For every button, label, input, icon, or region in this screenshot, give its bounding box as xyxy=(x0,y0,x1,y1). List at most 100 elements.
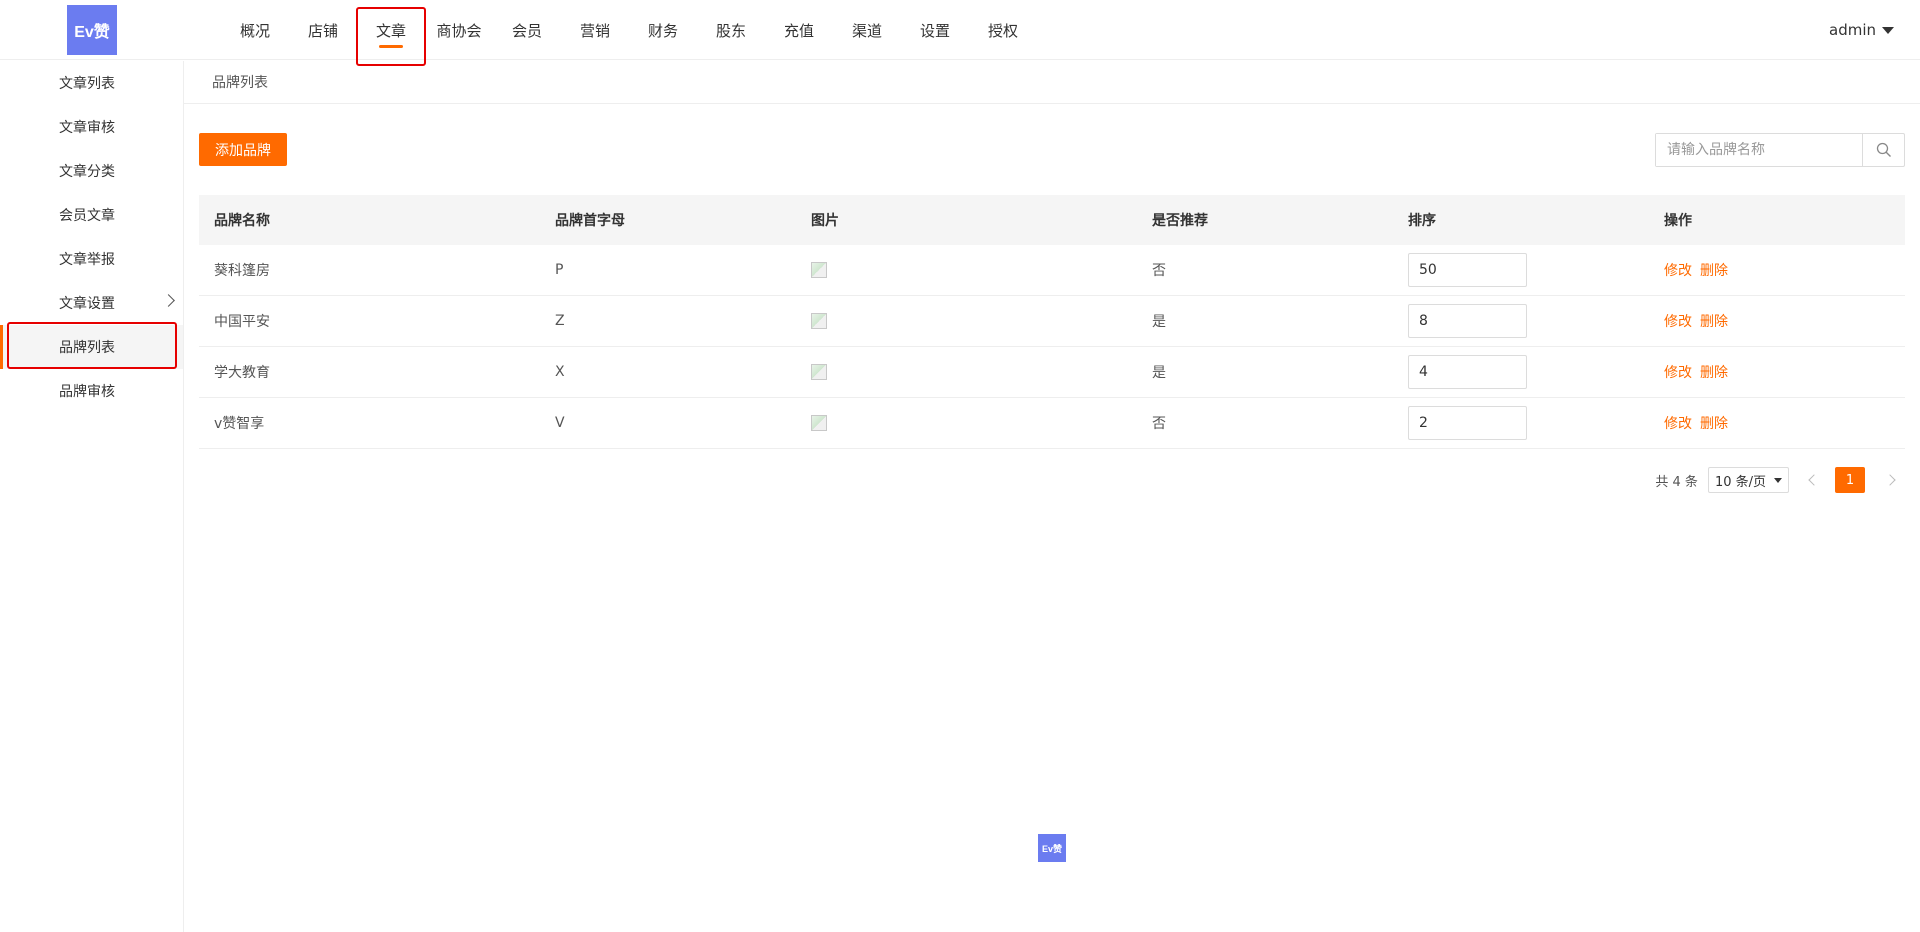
user-menu[interactable]: admin xyxy=(1829,0,1894,60)
sort-input[interactable] xyxy=(1408,355,1527,389)
cell-brand-name: 中国平安 xyxy=(214,314,270,330)
cell-image xyxy=(796,296,1137,346)
top-navigation-bar: Ev赞 概况 店铺 文章 商协会 会员 营销 财务 股东 充值 渠道 设置 授权… xyxy=(0,0,1920,66)
sort-input[interactable] xyxy=(1408,304,1527,338)
breadcrumb: 品牌列表 xyxy=(184,61,1920,104)
cell-brand-name: 葵科篷房 xyxy=(214,263,270,279)
nav-item-authorization[interactable]: 授权 xyxy=(969,0,1037,60)
sidebar-item-label: 文章设置 xyxy=(59,296,115,312)
sidebar-item-article-category[interactable]: 文章分类 xyxy=(0,149,183,193)
search-icon xyxy=(1876,142,1891,157)
nav-item-channel[interactable]: 渠道 xyxy=(833,0,901,60)
next-page-button[interactable] xyxy=(1875,467,1905,493)
nav-item-chamber[interactable]: 商协会 xyxy=(425,0,493,60)
delete-link[interactable]: 删除 xyxy=(1700,413,1728,433)
nav-item-shareholder[interactable]: 股东 xyxy=(697,0,765,60)
caret-down-icon xyxy=(1882,26,1894,34)
sidebar-item-member-article[interactable]: 会员文章 xyxy=(0,193,183,237)
cell-brand-name: 学大教育 xyxy=(214,365,270,381)
chevron-right-icon xyxy=(1884,474,1896,486)
footer-logo: Ev赞 xyxy=(1038,834,1066,862)
page-number-button[interactable]: 1 xyxy=(1835,467,1865,493)
page-size-select[interactable]: 10 条/页 xyxy=(1707,467,1789,493)
table-row: v赞智享 V 否 修改 删除 xyxy=(199,398,1905,449)
nav-item-member[interactable]: 会员 xyxy=(493,0,561,60)
delete-link[interactable]: 删除 xyxy=(1700,260,1728,280)
header-sort: 排序 xyxy=(1408,213,1436,229)
page-size-value: 10 条/页 xyxy=(1714,474,1766,490)
sidebar-item-article-review[interactable]: 文章审核 xyxy=(0,105,183,149)
cell-recommend: 是 xyxy=(1152,365,1166,381)
cell-brand-letter: Z xyxy=(555,313,565,329)
nav-item-overview[interactable]: 概况 xyxy=(221,0,289,60)
broken-image-icon xyxy=(811,262,827,278)
cell-actions: 修改 删除 xyxy=(1649,245,1905,295)
sidebar-item-label: 文章列表 xyxy=(59,76,115,92)
add-brand-button[interactable]: 添加品牌 xyxy=(199,133,287,166)
header-brand-name: 品牌名称 xyxy=(214,213,270,229)
pagination-total: 共 4 条 xyxy=(1655,474,1698,490)
broken-image-icon xyxy=(811,364,827,380)
cell-brand-letter: X xyxy=(555,364,565,380)
sidebar-item-article-settings[interactable]: 文章设置 xyxy=(0,281,183,325)
edit-link[interactable]: 修改 xyxy=(1664,260,1692,280)
cell-sort xyxy=(1393,245,1649,295)
sidebar-item-label: 品牌审核 xyxy=(59,384,115,400)
cell-actions: 修改 删除 xyxy=(1649,296,1905,346)
cell-image xyxy=(796,245,1137,295)
sidebar: 文章列表 文章审核 文章分类 会员文章 文章举报 文章设置 品牌列表 品牌审核 xyxy=(0,61,184,932)
sidebar-item-label: 文章举报 xyxy=(59,252,115,268)
nav-item-recharge[interactable]: 充值 xyxy=(765,0,833,60)
brand-logo[interactable]: Ev赞 xyxy=(67,5,117,55)
table-header: 品牌名称 品牌首字母 图片 是否推荐 排序 操作 xyxy=(199,195,1905,245)
sort-input[interactable] xyxy=(1408,406,1527,440)
sidebar-item-label: 文章审核 xyxy=(59,120,115,136)
sidebar-item-brand-list[interactable]: 品牌列表 xyxy=(0,325,183,369)
broken-image-icon xyxy=(811,313,827,329)
header-brand-letter: 品牌首字母 xyxy=(555,213,625,229)
edit-link[interactable]: 修改 xyxy=(1664,362,1692,382)
main-nav: 概况 店铺 文章 商协会 会员 营销 财务 股东 充值 渠道 设置 授权 xyxy=(221,0,1037,60)
sidebar-item-article-report[interactable]: 文章举报 xyxy=(0,237,183,281)
header-recommend: 是否推荐 xyxy=(1152,213,1208,229)
nav-item-finance[interactable]: 财务 xyxy=(629,0,697,60)
nav-item-shop[interactable]: 店铺 xyxy=(289,0,357,60)
cell-image xyxy=(796,398,1137,448)
chevron-left-icon xyxy=(1808,474,1820,486)
cell-recommend: 否 xyxy=(1152,263,1166,279)
cell-image xyxy=(796,347,1137,397)
chevron-right-icon xyxy=(162,294,175,307)
sidebar-item-label: 文章分类 xyxy=(59,164,115,180)
broken-image-icon xyxy=(811,415,827,431)
table-row: 葵科篷房 P 否 修改 删除 xyxy=(199,245,1905,296)
pagination: 共 4 条 10 条/页 1 xyxy=(1655,466,1905,494)
table-row: 学大教育 X 是 修改 删除 xyxy=(199,347,1905,398)
sidebar-item-brand-review[interactable]: 品牌审核 xyxy=(0,369,183,413)
nav-item-marketing[interactable]: 营销 xyxy=(561,0,629,60)
cell-brand-letter: V xyxy=(555,415,565,431)
sidebar-item-label: 会员文章 xyxy=(59,208,115,224)
breadcrumb-current: 品牌列表 xyxy=(212,75,268,91)
edit-link[interactable]: 修改 xyxy=(1664,413,1692,433)
edit-link[interactable]: 修改 xyxy=(1664,311,1692,331)
sidebar-item-article-list[interactable]: 文章列表 xyxy=(0,61,183,105)
cell-recommend: 是 xyxy=(1152,314,1166,330)
search-input[interactable] xyxy=(1656,134,1862,166)
caret-down-icon xyxy=(1774,477,1782,483)
cell-actions: 修改 删除 xyxy=(1649,347,1905,397)
user-name: admin xyxy=(1829,21,1876,39)
delete-link[interactable]: 删除 xyxy=(1700,311,1728,331)
nav-item-settings[interactable]: 设置 xyxy=(901,0,969,60)
cell-sort xyxy=(1393,347,1649,397)
prev-page-button[interactable] xyxy=(1799,467,1829,493)
sidebar-item-label: 品牌列表 xyxy=(59,340,115,356)
search-button[interactable] xyxy=(1862,134,1904,166)
cell-brand-name: v赞智享 xyxy=(214,416,265,432)
cell-brand-letter: P xyxy=(555,262,564,278)
header-image: 图片 xyxy=(811,213,839,229)
sort-input[interactable] xyxy=(1408,253,1527,287)
table-row: 中国平安 Z 是 修改 删除 xyxy=(199,296,1905,347)
nav-item-article[interactable]: 文章 xyxy=(357,0,425,60)
delete-link[interactable]: 删除 xyxy=(1700,362,1728,382)
cell-actions: 修改 删除 xyxy=(1649,398,1905,448)
